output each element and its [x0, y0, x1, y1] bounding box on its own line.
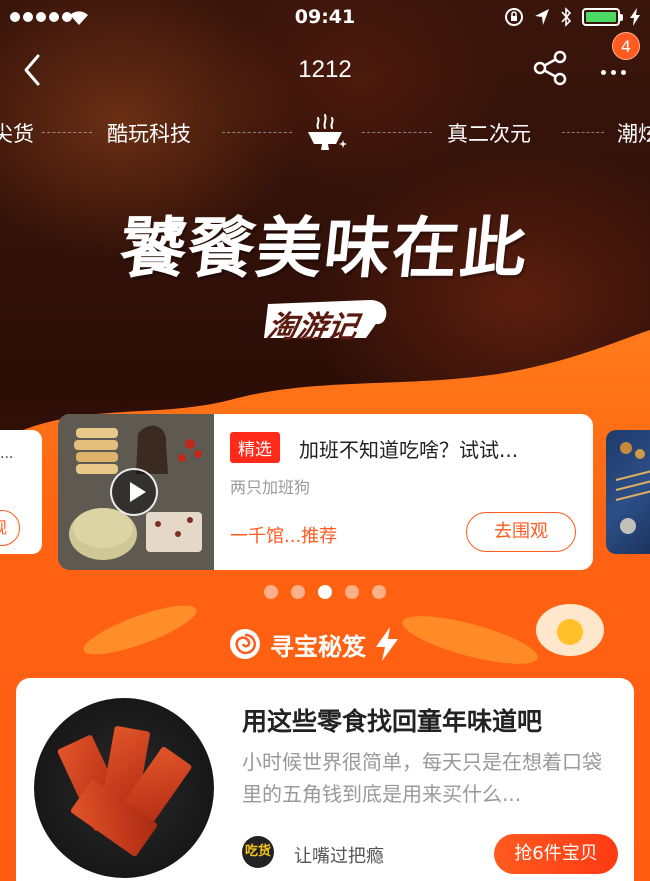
section-title: 寻宝秘笈 [228, 624, 400, 664]
channel-tabs: 尖货 酷玩科技 真二次元 潮炫 [0, 112, 650, 156]
play-icon[interactable] [110, 468, 158, 516]
carousel-card-next[interactable] [606, 430, 650, 554]
rotation-lock-icon [505, 8, 523, 26]
taoyouji-logo: 淘游记 [262, 296, 392, 345]
user-name[interactable]: 让嘴过把瘾 [294, 842, 384, 868]
nav-bar: 1212 [0, 42, 650, 98]
carousel-pager [0, 585, 650, 599]
location-icon [535, 9, 549, 25]
snack-image [34, 698, 214, 878]
charging-icon [630, 8, 640, 26]
avatar[interactable]: 吃货 [242, 836, 274, 868]
bluetooth-icon [561, 7, 572, 27]
channel-tab-trend[interactable]: 潮炫 [617, 118, 650, 148]
pager-dot[interactable] [264, 585, 278, 599]
video-thumbnail[interactable] [58, 414, 214, 570]
featured-tag: 精选 [230, 432, 280, 463]
carousel-card-main[interactable]: 精选 加班不知道吃啥？试试... 两只加班狗 一千馆...推荐 去围观 [58, 414, 593, 570]
card-author: 两只加班狗 [230, 478, 311, 497]
status-bar: 09:41 [0, 0, 650, 36]
channel-tab-anime[interactable]: 真二次元 [447, 118, 531, 148]
pager-dot[interactable] [372, 585, 386, 599]
notification-badge: 4 [612, 32, 640, 60]
card-recommend: 一千馆...推荐 [230, 526, 338, 547]
bolt-icon [376, 627, 398, 661]
previous-card-button[interactable]: 观 [0, 510, 20, 546]
watch-button[interactable]: 去围观 [466, 512, 576, 552]
pager-dot[interactable] [291, 585, 305, 599]
feature-title[interactable]: 用这些零食找回童年味道吧 [242, 702, 542, 738]
hero-headline: 饕餮美味在此 [116, 210, 533, 287]
section-title-text: 寻宝秘笈 [270, 632, 366, 661]
battery-icon [582, 8, 623, 26]
card-title[interactable]: 加班不知道吃啥？试试... [299, 434, 518, 463]
pager-dot-active[interactable] [318, 585, 332, 599]
lollipop-icon [230, 629, 260, 659]
carousel-card-previous[interactable]: ... 观 [0, 430, 42, 554]
feature-card[interactable]: 用这些零食找回童年味道吧 小时候世界很简单，每天只是在想着口袋里的五角钱到底是用… [16, 678, 634, 881]
food-icon[interactable] [300, 110, 350, 156]
feature-description: 小时候世界很简单，每天只是在想着口袋里的五角钱到底是用来买什么... [242, 750, 602, 806]
pager-dot[interactable] [345, 585, 359, 599]
next-card-image [615, 442, 650, 534]
channel-tab-jianhuo[interactable]: 尖货 [0, 118, 34, 148]
grab-items-button[interactable]: 抢6件宝贝 [494, 834, 618, 874]
channel-tab-tech[interactable]: 酷玩科技 [107, 118, 191, 148]
share-icon[interactable] [530, 48, 570, 88]
